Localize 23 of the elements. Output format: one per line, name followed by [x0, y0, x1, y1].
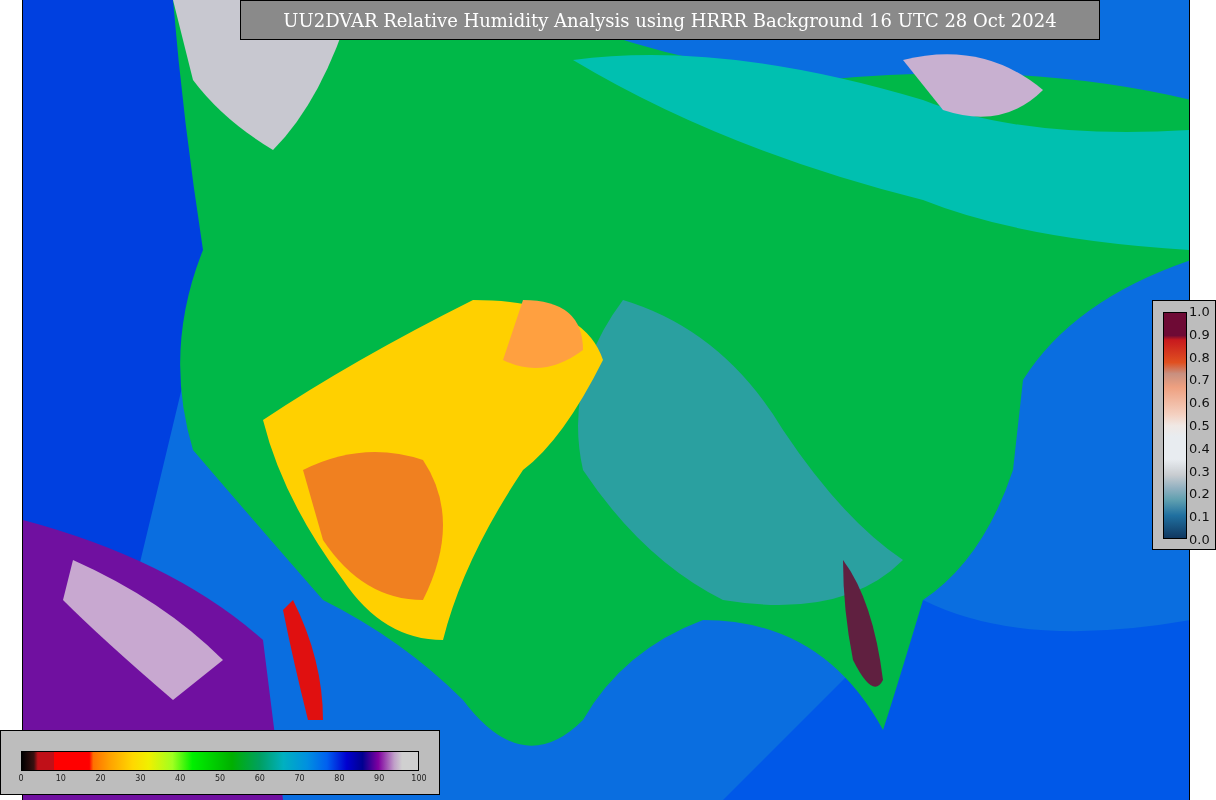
tick-label: 0.0	[1189, 531, 1210, 547]
tick-label: 10	[55, 774, 66, 783]
tick-label: 0.3	[1189, 463, 1210, 479]
tick-label: 30	[135, 774, 146, 783]
tick-label: 0.8	[1189, 349, 1210, 365]
tick-label: 100	[411, 774, 427, 783]
tick-label: 0.2	[1189, 486, 1210, 502]
tick-label: 0.6	[1189, 395, 1210, 411]
tick-label: 0.5	[1189, 418, 1210, 433]
tick-label: 0	[18, 774, 24, 783]
tick-label: 40	[175, 774, 186, 783]
tick-label: 70	[294, 774, 305, 783]
tick-label: 0.1	[1189, 509, 1210, 525]
tick-label: 80	[334, 774, 345, 783]
tick-label: 1.0	[1189, 304, 1210, 319]
tick-label: 90	[374, 774, 385, 783]
tick-label: 20	[95, 774, 106, 783]
tick-label: 60	[254, 774, 265, 783]
tick-label: 0.4	[1189, 440, 1210, 456]
tick-label: 0.7	[1189, 372, 1210, 388]
tick-label: 50	[214, 774, 226, 783]
tick-label: 0.9	[1189, 326, 1210, 342]
map-title: UU2DVAR Relative Humidity Analysis using HRRR Background 16 UTC 28 Oct 2024	[240, 0, 1100, 40]
